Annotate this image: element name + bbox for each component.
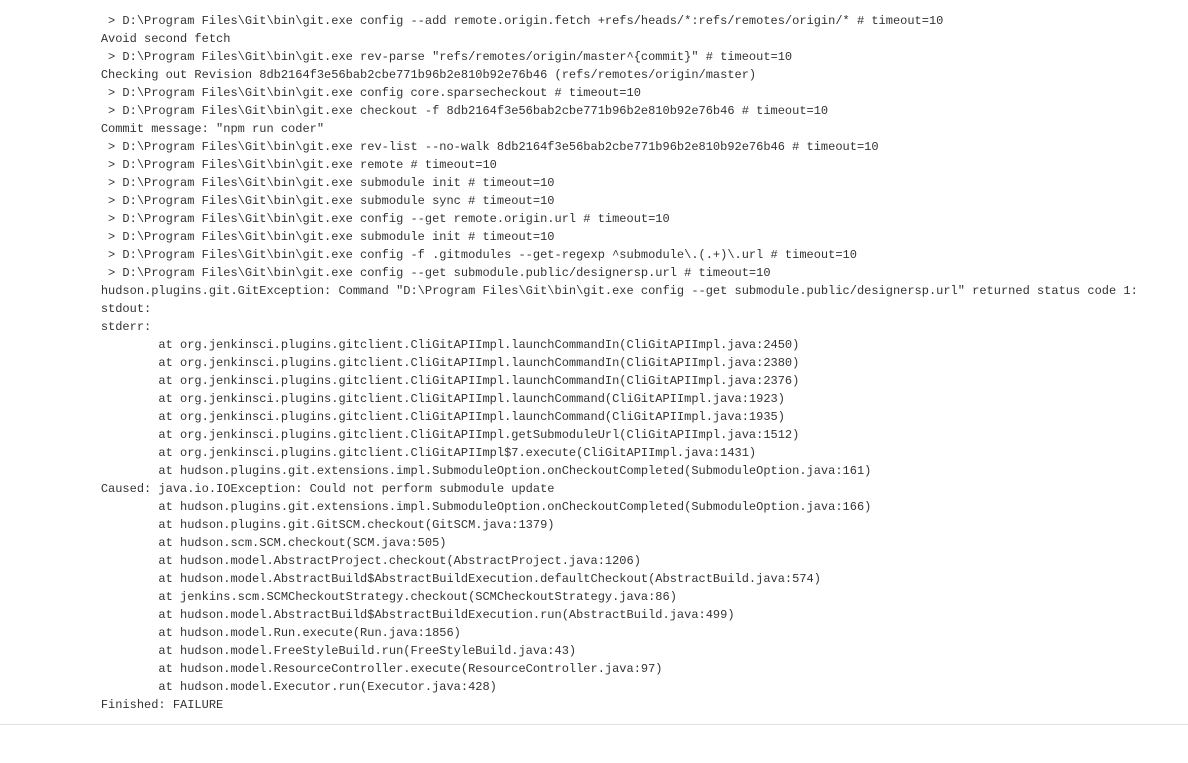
console-line: at org.jenkinsci.plugins.gitclient.CliGi… — [0, 444, 1188, 462]
console-line: at org.jenkinsci.plugins.gitclient.CliGi… — [0, 372, 1188, 390]
console-line: Checking out Revision 8db2164f3e56bab2cb… — [0, 66, 1188, 84]
console-line: > D:\Program Files\Git\bin\git.exe submo… — [0, 192, 1188, 210]
console-line: at org.jenkinsci.plugins.gitclient.CliGi… — [0, 426, 1188, 444]
console-line: at org.jenkinsci.plugins.gitclient.CliGi… — [0, 354, 1188, 372]
console-line: at hudson.model.Run.execute(Run.java:185… — [0, 624, 1188, 642]
console-line: > D:\Program Files\Git\bin\git.exe confi… — [0, 264, 1188, 282]
console-line: at hudson.model.AbstractBuild$AbstractBu… — [0, 606, 1188, 624]
console-line: at org.jenkinsci.plugins.gitclient.CliGi… — [0, 408, 1188, 426]
console-line: > D:\Program Files\Git\bin\git.exe rev-p… — [0, 48, 1188, 66]
console-line: Finished: FAILURE — [0, 696, 1188, 714]
console-line: Caused: java.io.IOException: Could not p… — [0, 480, 1188, 498]
console-line: at hudson.scm.SCM.checkout(SCM.java:505) — [0, 534, 1188, 552]
console-line: > D:\Program Files\Git\bin\git.exe check… — [0, 102, 1188, 120]
console-line: at hudson.model.FreeStyleBuild.run(FreeS… — [0, 642, 1188, 660]
console-line: > D:\Program Files\Git\bin\git.exe submo… — [0, 174, 1188, 192]
console-line: at hudson.plugins.git.GitSCM.checkout(Gi… — [0, 516, 1188, 534]
console-line: hudson.plugins.git.GitException: Command… — [0, 282, 1188, 300]
console-output: > D:\Program Files\Git\bin\git.exe confi… — [0, 12, 1188, 725]
console-line: at hudson.plugins.git.extensions.impl.Su… — [0, 498, 1188, 516]
console-line: at org.jenkinsci.plugins.gitclient.CliGi… — [0, 336, 1188, 354]
console-line: Commit message: "npm run coder" — [0, 120, 1188, 138]
console-line: > D:\Program Files\Git\bin\git.exe confi… — [0, 12, 1188, 30]
console-line: at hudson.plugins.git.extensions.impl.Su… — [0, 462, 1188, 480]
console-line: at hudson.model.AbstractBuild$AbstractBu… — [0, 570, 1188, 588]
console-line: > D:\Program Files\Git\bin\git.exe rev-l… — [0, 138, 1188, 156]
console-line: Avoid second fetch — [0, 30, 1188, 48]
console-line: at hudson.model.ResourceController.execu… — [0, 660, 1188, 678]
console-line: > D:\Program Files\Git\bin\git.exe remot… — [0, 156, 1188, 174]
console-line: > D:\Program Files\Git\bin\git.exe submo… — [0, 228, 1188, 246]
console-line: > D:\Program Files\Git\bin\git.exe confi… — [0, 84, 1188, 102]
console-line: at jenkins.scm.SCMCheckoutStrategy.check… — [0, 588, 1188, 606]
console-line: > D:\Program Files\Git\bin\git.exe confi… — [0, 210, 1188, 228]
console-line: at hudson.model.Executor.run(Executor.ja… — [0, 678, 1188, 696]
console-line: at hudson.model.AbstractProject.checkout… — [0, 552, 1188, 570]
console-line: at org.jenkinsci.plugins.gitclient.CliGi… — [0, 390, 1188, 408]
console-line: stdout: — [0, 300, 1188, 318]
console-line: stderr: — [0, 318, 1188, 336]
console-line: > D:\Program Files\Git\bin\git.exe confi… — [0, 246, 1188, 264]
